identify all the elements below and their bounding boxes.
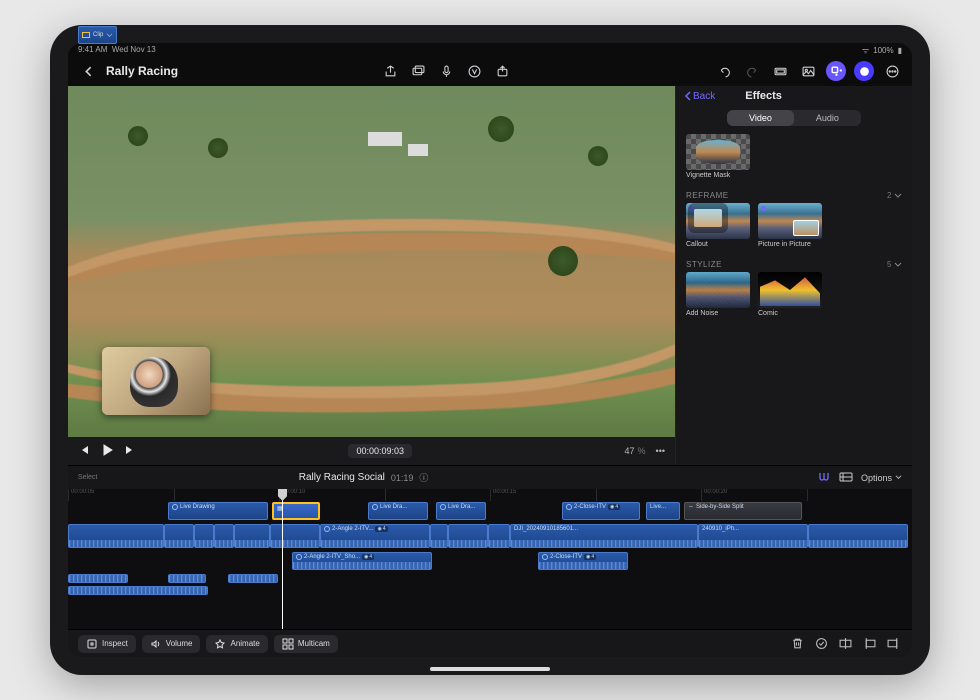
split-icon[interactable] — [836, 635, 854, 653]
clip-mode-button[interactable]: Clip — [78, 43, 117, 44]
playhead[interactable] — [282, 489, 283, 629]
status-time: 9:41 AM — [78, 45, 107, 54]
section-reframe-header[interactable]: REFRAME 2 — [686, 187, 902, 203]
options-button[interactable]: Options — [861, 473, 902, 483]
play-button[interactable] — [100, 443, 114, 459]
section-stylize-header[interactable]: STYLIZE 5 — [686, 256, 902, 272]
primary-clip-2[interactable] — [164, 524, 194, 548]
more-icon[interactable] — [882, 61, 902, 81]
primary-clip-7[interactable] — [430, 524, 448, 548]
zoom-value[interactable]: 47% — [625, 446, 646, 456]
primary-clip-4[interactable] — [214, 524, 234, 548]
panel-title: Effects — [745, 90, 782, 102]
timeline-view-icon[interactable] — [839, 471, 853, 485]
clip-close-itv-1[interactable]: 2-Close-ITV◉ 4 — [562, 502, 640, 520]
clip-angle2-sho[interactable]: 2-Angle 2-ITV_Sho...◉ 4 — [292, 552, 432, 570]
viewer-more-icon[interactable]: ••• — [656, 446, 665, 456]
project-title: Rally Racing — [106, 64, 178, 78]
multicam-button[interactable]: Multicam — [274, 635, 338, 653]
effect-add-noise[interactable]: Add Noise — [686, 272, 750, 317]
primary-clip-angle2[interactable]: 2-Angle 2-ITV...◉ 4 — [320, 524, 430, 548]
tab-audio[interactable]: Audio — [794, 110, 861, 126]
bottom-bar: Inspect Volume Animate Multicam — [68, 629, 912, 657]
clip-selected[interactable]: ▦ — [272, 502, 320, 520]
timeline-project-name: Rally Racing Social — [299, 472, 385, 483]
primary-clip-5[interactable] — [234, 524, 270, 548]
tab-video[interactable]: Video — [727, 110, 794, 126]
effects-tab-segment[interactable]: Video Audio — [727, 110, 861, 126]
effect-picture-in-picture[interactable]: Picture in Picture — [758, 203, 822, 248]
marker-icon[interactable] — [464, 61, 484, 81]
clip-close-itv-2[interactable]: 2-Close-ITV◉ 4 — [538, 552, 628, 570]
inspector-button[interactable] — [854, 61, 874, 81]
status-bar: 9:41 AM Wed Nov 13 ᯤ 100% ▮ — [68, 43, 912, 58]
battery-icon: ▮ — [898, 46, 902, 55]
effects-panel: Back Effects Video Audio Vignette Mask R… — [676, 86, 912, 465]
effect-vignette-mask[interactable]: Vignette Mask — [686, 134, 750, 179]
share-icon[interactable] — [380, 61, 400, 81]
audio-clip-1[interactable] — [68, 574, 128, 583]
next-frame-button[interactable] — [124, 444, 136, 458]
transport-bar: 00:00:09:03 47% ••• — [68, 437, 675, 465]
status-date: Wed Nov 13 — [112, 45, 156, 54]
back-chevron-icon[interactable] — [78, 61, 98, 81]
pip-overlay — [102, 347, 210, 415]
trim-start-icon[interactable] — [860, 635, 878, 653]
primary-clip-6[interactable] — [270, 524, 320, 548]
audio-clip-3[interactable] — [228, 574, 278, 583]
battery-percent: 100% — [873, 46, 893, 55]
audio-clip-2[interactable] — [168, 574, 206, 583]
effect-callout[interactable]: Callout — [686, 203, 750, 248]
import-icon[interactable] — [408, 61, 428, 81]
effects-browser-button[interactable] — [826, 61, 846, 81]
timeline-ruler[interactable]: 00:00:0500:00:1000:00:1500:00:20 — [68, 489, 912, 501]
export-icon[interactable] — [492, 61, 512, 81]
audio-clip-4[interactable] — [68, 586, 208, 595]
volume-button[interactable]: Volume — [142, 635, 201, 653]
primary-clip-9[interactable] — [488, 524, 510, 548]
primary-clip-8[interactable] — [448, 524, 488, 548]
voiceover-icon[interactable] — [436, 61, 456, 81]
primary-clip-date[interactable]: 240910_iPh... — [698, 524, 808, 548]
primary-clip-10[interactable] — [808, 524, 908, 548]
timeline[interactable]: 00:00:0500:00:1000:00:1500:00:20 Live Dr… — [68, 489, 912, 629]
effects-back-button[interactable]: Back — [684, 91, 715, 102]
timecode-display[interactable]: 00:00:09:03 — [348, 444, 412, 458]
primary-clip-3[interactable] — [194, 524, 214, 548]
prev-frame-button[interactable] — [78, 444, 90, 458]
disable-icon[interactable] — [812, 635, 830, 653]
undo-icon[interactable] — [714, 61, 734, 81]
select-label: Select — [78, 474, 97, 481]
clip-live-dra-2[interactable]: Live Dra... — [368, 502, 428, 520]
trash-icon[interactable] — [788, 635, 806, 653]
library-icon[interactable] — [770, 61, 790, 81]
trim-end-icon[interactable] — [884, 635, 902, 653]
primary-clip-dji[interactable]: DJI_20240910185601... — [510, 524, 698, 548]
viewer[interactable] — [68, 86, 675, 437]
primary-clip-1[interactable] — [68, 524, 164, 548]
timeline-header: Select Clip Rally Racing Social 01:19 ⓘ … — [68, 465, 912, 489]
inspect-button[interactable]: Inspect — [78, 635, 136, 653]
clip-split-generator[interactable]: ⇔ Side-by-Side Split — [684, 502, 802, 520]
wifi-icon: ᯤ — [862, 45, 869, 56]
timeline-duration: 01:19 — [391, 473, 414, 483]
snap-icon[interactable] — [817, 471, 831, 485]
effect-comic[interactable]: Comic — [758, 272, 822, 317]
photo-icon[interactable] — [798, 61, 818, 81]
redo-icon[interactable] — [742, 61, 762, 81]
clip-live-dra-3[interactable]: Live Dra... — [436, 502, 486, 520]
clip-live-4[interactable]: Live... — [646, 502, 680, 520]
title-bar: Rally Racing — [68, 58, 912, 86]
animate-button[interactable]: Animate — [206, 635, 267, 653]
clip-live-drawing-1[interactable]: Live Drawing — [168, 502, 268, 520]
info-icon[interactable]: ⓘ — [419, 471, 428, 484]
